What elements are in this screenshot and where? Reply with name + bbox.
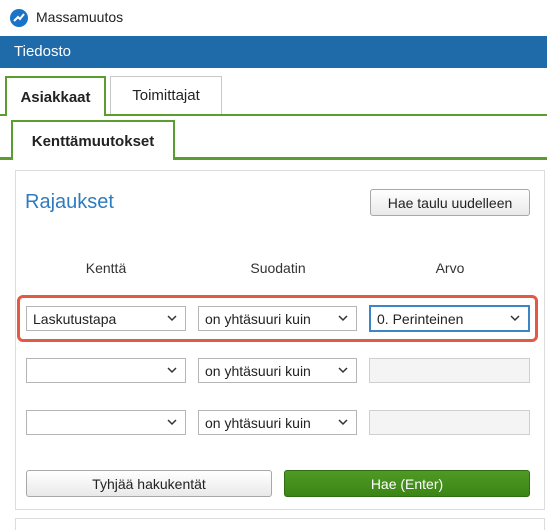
window-title: Massamuutos: [36, 9, 124, 25]
results-panel: [15, 518, 545, 530]
clear-fields-button[interactable]: Tyhjää hakukentät: [26, 470, 272, 497]
filter-select-2[interactable]: on yhtäsuuri kuin: [198, 358, 357, 383]
chevron-down-icon: [338, 419, 348, 426]
chevron-down-icon: [167, 367, 177, 374]
tab-field-changes[interactable]: Kenttämuutokset: [11, 120, 175, 160]
app-logo-icon: [10, 9, 28, 27]
filter-select-1[interactable]: on yhtäsuuri kuin: [198, 306, 357, 331]
column-header-field: Kenttä: [85, 260, 127, 276]
filter-select-value: on yhtäsuuri kuin: [205, 362, 311, 379]
filter-select-value: on yhtäsuuri kuin: [205, 310, 311, 327]
value-select-1[interactable]: 0. Perinteinen: [369, 305, 530, 332]
chevron-down-icon: [510, 315, 520, 322]
field-select-2[interactable]: [26, 358, 186, 383]
value-select-value: 0. Perinteinen: [377, 310, 464, 327]
section-title: Rajaukset: [25, 191, 114, 213]
column-header-value: Arvo: [435, 260, 465, 276]
chevron-down-icon: [338, 367, 348, 374]
chevron-down-icon: [167, 315, 177, 322]
field-select-1[interactable]: Laskutustapa: [26, 306, 186, 331]
search-button[interactable]: Hae (Enter): [284, 470, 530, 497]
filter-select-3[interactable]: on yhtäsuuri kuin: [198, 410, 357, 435]
tab-suppliers[interactable]: Toimittajat: [110, 76, 222, 114]
chevron-down-icon: [338, 315, 348, 322]
refresh-table-button[interactable]: Hae taulu uudelleen: [370, 189, 530, 216]
filter-select-value: on yhtäsuuri kuin: [205, 414, 311, 431]
tab-customers[interactable]: Asiakkaat: [5, 76, 106, 116]
value-input-3[interactable]: [369, 410, 530, 435]
menu-bar: Tiedosto: [0, 36, 547, 68]
menu-item-file[interactable]: Tiedosto: [14, 43, 71, 60]
chevron-down-icon: [167, 419, 177, 426]
column-header-filter: Suodatin: [250, 260, 306, 276]
title-bar: Massamuutos: [0, 0, 547, 36]
field-select-value: Laskutustapa: [33, 310, 117, 327]
field-select-3[interactable]: [26, 410, 186, 435]
value-input-2[interactable]: [369, 358, 530, 383]
